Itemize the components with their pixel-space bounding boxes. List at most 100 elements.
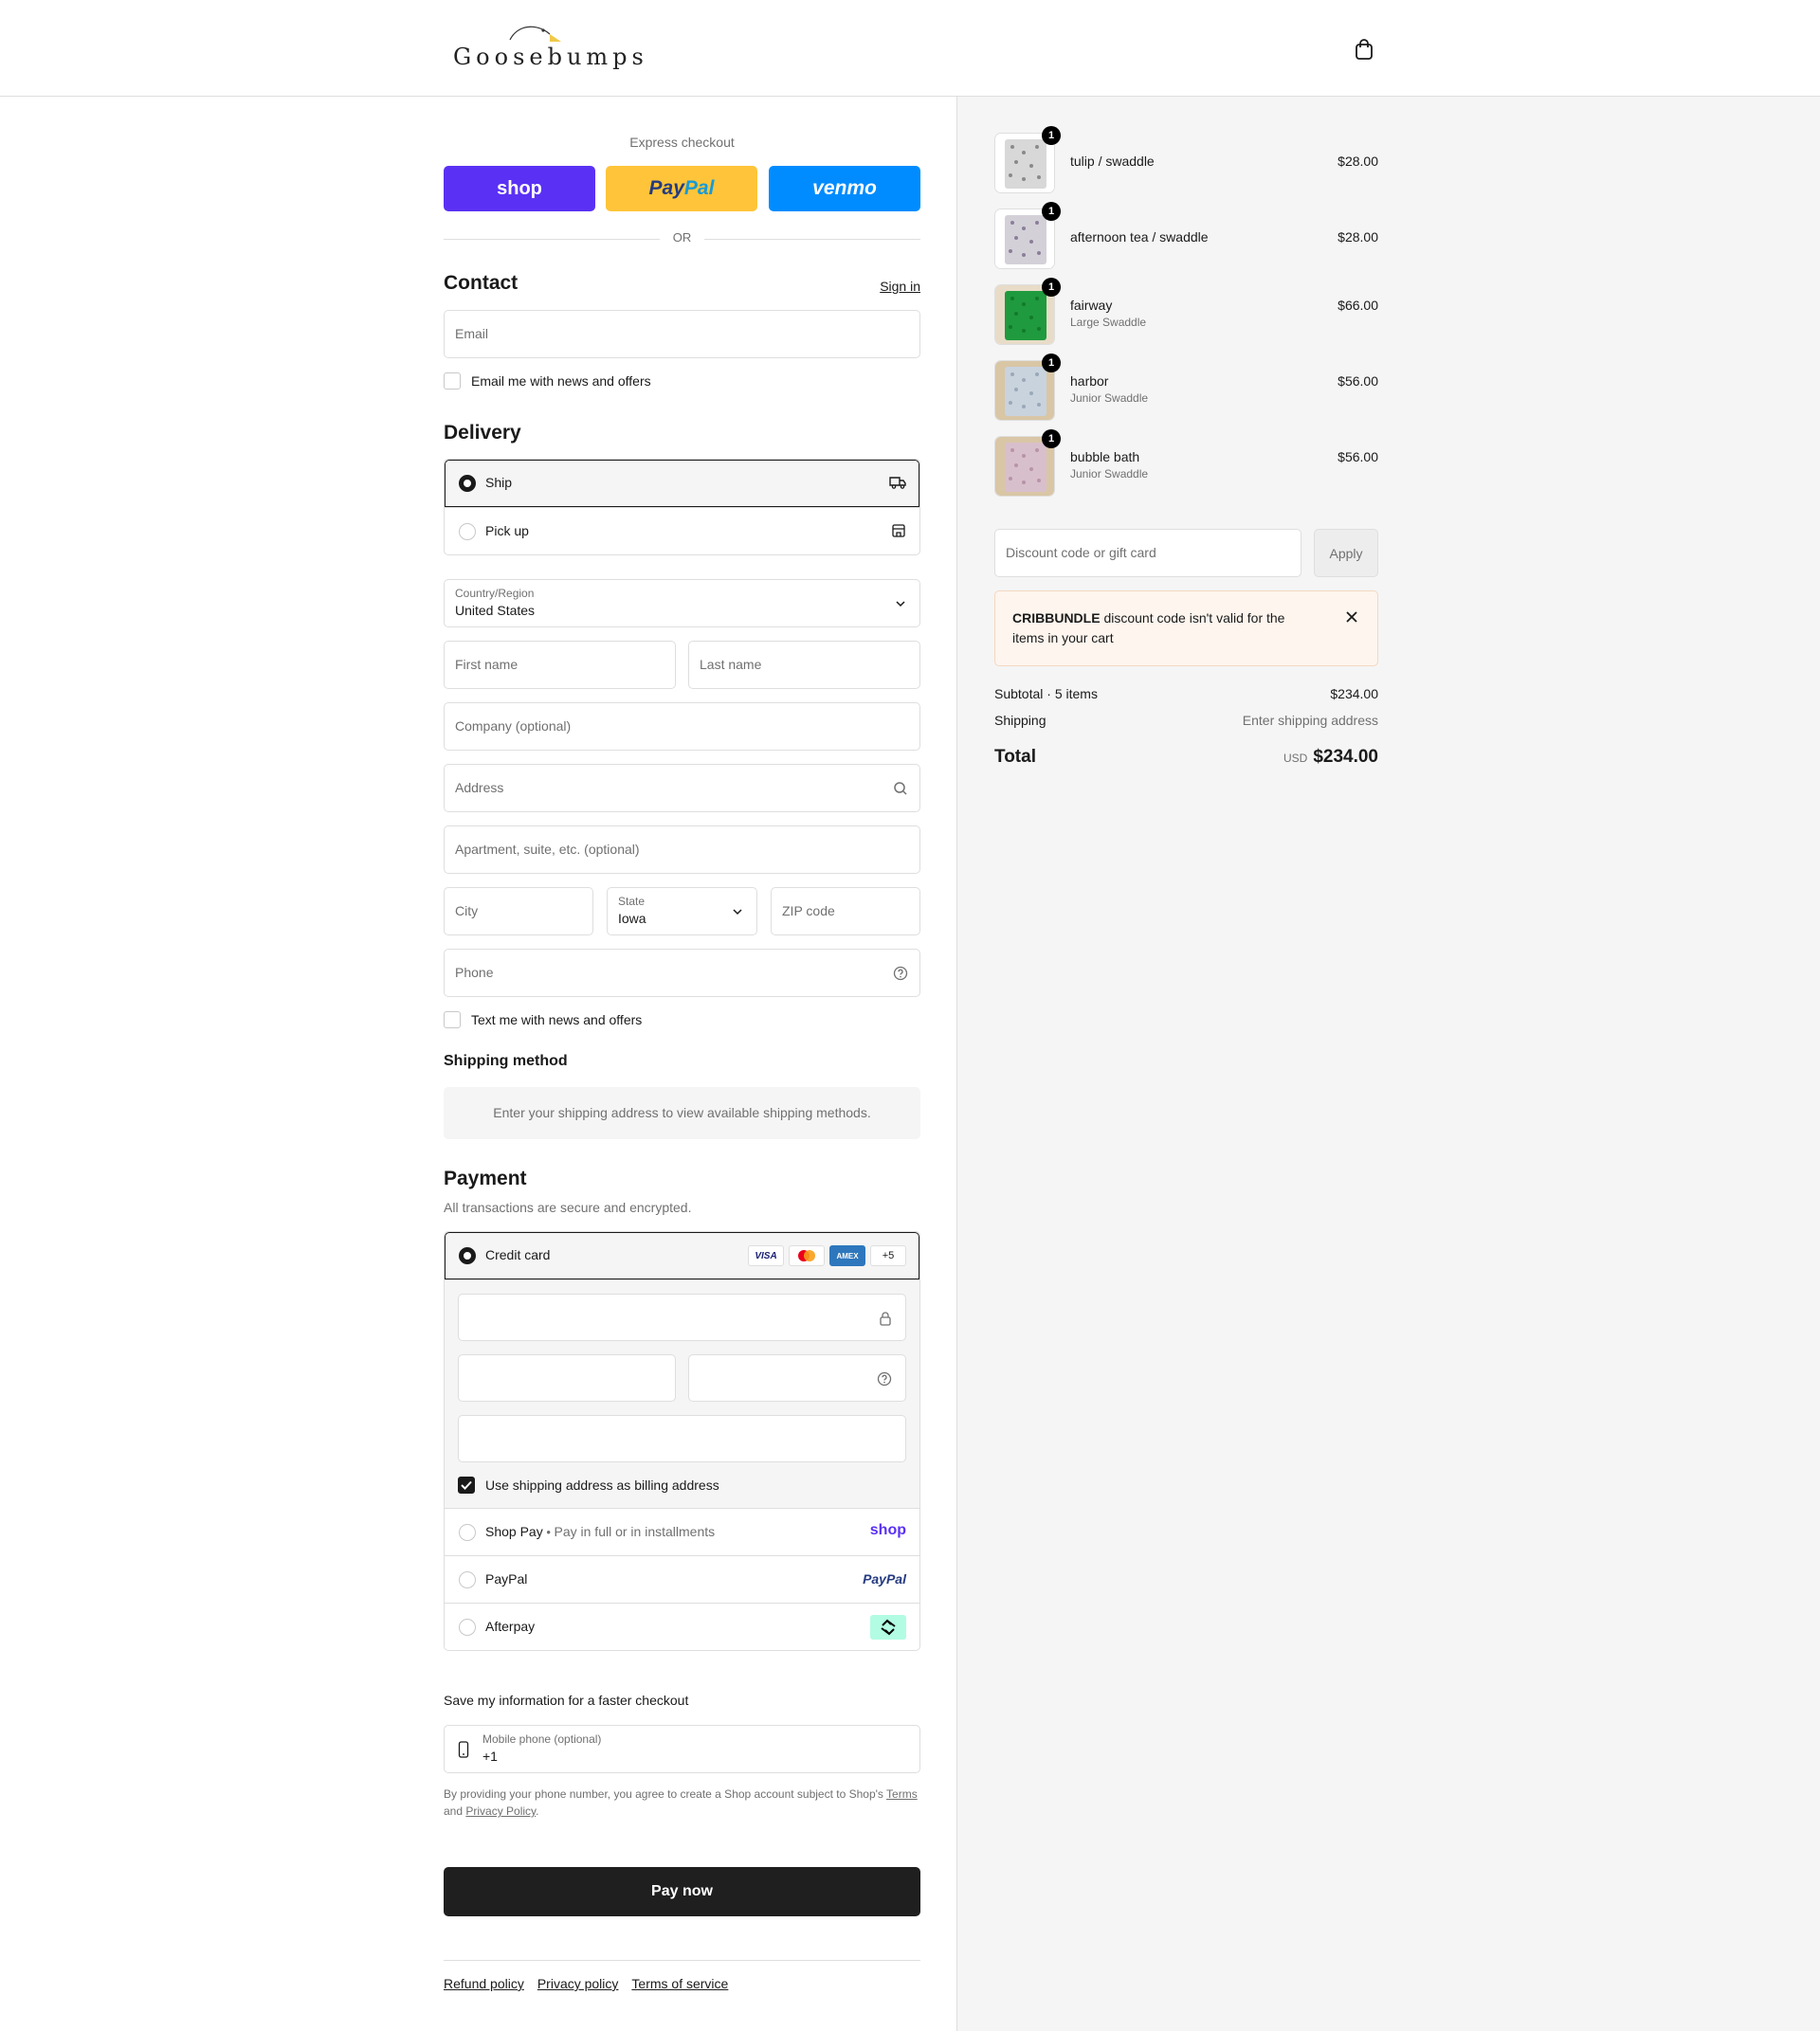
subtotal-label: Subtotal · 5 items: [994, 686, 1098, 701]
privacy-policy-footer-link[interactable]: Privacy policy: [537, 1976, 619, 1991]
paypal-radio[interactable]: [459, 1571, 476, 1588]
text-news-label: Text me with news and offers: [471, 1012, 643, 1027]
contact-heading: Contact: [444, 272, 519, 294]
shopping-bag-icon[interactable]: [1354, 38, 1374, 61]
payment-option-credit-card[interactable]: Credit card VISA AMEX +5: [445, 1232, 919, 1279]
shipping-label: Shipping: [994, 713, 1046, 728]
zip-placeholder: ZIP code: [782, 903, 835, 918]
state-select[interactable]: State Iowa: [607, 887, 757, 935]
country-label: Country/Region: [455, 587, 535, 600]
payment-method-group: Credit card VISA AMEX +5 Use shipping ad…: [444, 1231, 920, 1651]
company-placeholder: Company (optional): [455, 718, 572, 734]
discount-code-input[interactable]: Discount code or gift card: [994, 529, 1301, 577]
privacy-policy-link[interactable]: Privacy Policy: [465, 1804, 536, 1818]
pickup-label: Pick up: [485, 523, 529, 538]
afterpay-logo-icon: [870, 1615, 906, 1640]
text-news-checkbox[interactable]: [444, 1011, 461, 1028]
card-number-field[interactable]: [458, 1294, 906, 1341]
shop-pay-radio[interactable]: [459, 1524, 476, 1541]
venmo-express-button[interactable]: venmo: [769, 166, 920, 211]
quantity-badge: 1: [1042, 126, 1061, 145]
city-field[interactable]: City: [444, 887, 593, 935]
search-icon: [894, 782, 907, 795]
quantity-badge: 1: [1042, 429, 1061, 448]
save-info-heading: Save my information for a faster checkou…: [444, 1693, 689, 1708]
total-amount: USD $234.00: [1283, 747, 1378, 768]
refund-policy-link[interactable]: Refund policy: [444, 1976, 524, 1991]
security-code-field[interactable]: [688, 1354, 906, 1402]
product-name: afternoon tea / swaddle: [1070, 229, 1209, 245]
product-name: harbor: [1070, 373, 1109, 389]
terms-period: .: [536, 1804, 539, 1818]
mobile-phone-label: Mobile phone (optional): [482, 1732, 602, 1746]
payment-subtitle: All transactions are secure and encrypte…: [444, 1200, 692, 1215]
paypal-logo-icon: PayPal: [863, 1571, 906, 1587]
phone-field[interactable]: Phone: [444, 949, 920, 997]
zip-field[interactable]: ZIP code: [771, 887, 920, 935]
shipping-method-heading: Shipping method: [444, 1053, 568, 1069]
terms-link[interactable]: Terms: [886, 1787, 918, 1801]
apartment-field[interactable]: Apartment, suite, etc. (optional): [444, 825, 920, 874]
state-label: State: [618, 895, 646, 908]
mastercard-icon: [789, 1245, 825, 1266]
alert-code: CRIBBUNDLE: [1012, 610, 1101, 626]
paypal-express-button[interactable]: Pay Pal: [606, 166, 757, 211]
email-news-checkbox-row[interactable]: Email me with news and offers: [444, 372, 651, 390]
afterpay-radio[interactable]: [459, 1619, 476, 1636]
total-label: Total: [994, 747, 1036, 767]
delivery-heading: Delivery: [444, 422, 521, 444]
email-news-checkbox[interactable]: [444, 372, 461, 390]
last-name-field[interactable]: Last name: [688, 641, 920, 689]
email-field[interactable]: Email: [444, 310, 920, 358]
cart-item: 1 harbor Junior Swaddle $56.00: [994, 354, 1378, 423]
mobile-phone-field[interactable]: Mobile phone (optional) +1: [444, 1725, 920, 1773]
payment-option-afterpay[interactable]: Afterpay: [445, 1603, 919, 1650]
address-placeholder: Address: [455, 780, 504, 795]
billing-address-checkbox-row[interactable]: Use shipping address as billing address: [458, 1476, 719, 1495]
delivery-option-pickup[interactable]: Pick up: [445, 507, 919, 554]
cart-item: 1 tulip / swaddle $28.00: [994, 126, 1378, 195]
afterpay-label: Afterpay: [485, 1619, 536, 1634]
ship-radio[interactable]: [459, 475, 476, 492]
shipping-method-message: Enter your shipping address to view avai…: [444, 1087, 920, 1139]
text-news-checkbox-row[interactable]: Text me with news and offers: [444, 1010, 642, 1029]
first-name-field[interactable]: First name: [444, 641, 676, 689]
pay-now-button[interactable]: Pay now: [444, 1867, 920, 1916]
address-field[interactable]: Address: [444, 764, 920, 812]
name-on-card-field[interactable]: [458, 1415, 906, 1462]
delivery-option-ship[interactable]: Ship: [445, 460, 919, 507]
currency-code: USD: [1283, 752, 1308, 765]
paypal-label: PayPal: [485, 1571, 528, 1587]
expiration-date-field[interactable]: [458, 1354, 676, 1402]
shop-pay-express-button[interactable]: shop: [444, 166, 595, 211]
shop-logo-icon: shop: [869, 1522, 906, 1538]
express-checkout-label: Express checkout: [629, 135, 735, 150]
store-logo[interactable]: Goosebumps: [453, 21, 644, 78]
billing-address-checkbox[interactable]: [458, 1477, 475, 1494]
terms-and: and: [444, 1804, 464, 1818]
terms-of-service-link[interactable]: Terms of service: [631, 1976, 728, 1991]
payment-option-paypal[interactable]: PayPal PayPal: [445, 1555, 919, 1603]
email-placeholder: Email: [455, 326, 489, 341]
pickup-radio[interactable]: [459, 523, 476, 540]
logo-text: Goosebumps: [453, 44, 648, 70]
or-text: OR: [672, 230, 692, 245]
payment-option-shop-pay[interactable]: Shop Pay • Pay in full or in installment…: [445, 1508, 919, 1555]
alert-message: CRIBBUNDLE discount code isn't valid for…: [1012, 608, 1316, 648]
close-icon[interactable]: [1345, 610, 1358, 624]
help-icon[interactable]: [893, 966, 908, 981]
delivery-method-group: Ship Pick up: [444, 459, 920, 555]
sign-in-link[interactable]: Sign in: [880, 279, 920, 294]
product-name: bubble bath: [1070, 449, 1140, 464]
paypal-pay-text: Pay: [648, 177, 684, 199]
credit-card-radio[interactable]: [459, 1247, 476, 1264]
cart-item: 1 fairway Large Swaddle $66.00: [994, 278, 1378, 347]
discount-error-alert: CRIBBUNDLE discount code isn't valid for…: [994, 590, 1378, 666]
country-select[interactable]: Country/Region United States: [444, 579, 920, 627]
country-value: United States: [455, 603, 536, 618]
apply-discount-button[interactable]: Apply: [1314, 529, 1378, 577]
company-field[interactable]: Company (optional): [444, 702, 920, 751]
help-icon[interactable]: [877, 1371, 892, 1387]
product-price: $66.00: [1338, 298, 1378, 313]
payment-heading: Payment: [444, 1168, 527, 1189]
